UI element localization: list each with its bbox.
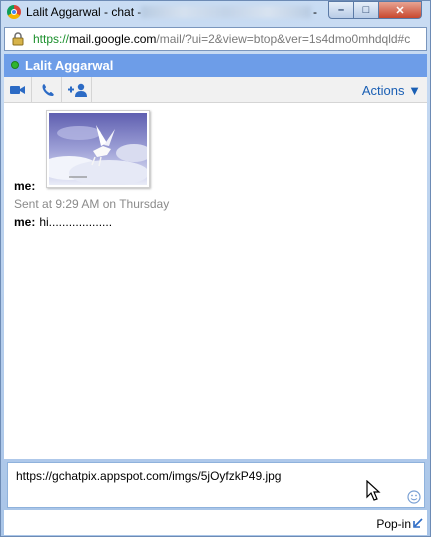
online-status-icon (11, 61, 19, 69)
url-scheme: https:// (33, 32, 70, 46)
url-host: mail.google.com (69, 32, 157, 46)
message-sender: me: (14, 179, 36, 193)
address-bar[interactable]: https://mail.google.com/mail/?ui=2&view=… (4, 27, 427, 51)
minimize-button[interactable]: – (328, 1, 354, 19)
maximize-button[interactable]: □ (354, 1, 379, 19)
mouse-cursor-icon (366, 480, 381, 501)
close-button[interactable]: ✕ (379, 1, 422, 19)
chat-toolbar: Actions ▼ (4, 77, 427, 103)
phone-icon (42, 83, 54, 96)
add-person-icon (67, 83, 87, 97)
popin-arrow-icon[interactable] (412, 517, 424, 529)
emoticon-icon[interactable] (407, 490, 421, 504)
chat-input[interactable]: https://gchatpix.appspot.com/imgs/5jOyfz… (7, 462, 425, 508)
chat-transcript: me: Sent at 9:29 AM on Thursday me: hi...… (4, 103, 427, 459)
actions-menu[interactable]: Actions ▼ (362, 83, 421, 98)
chat-input-text: https://gchatpix.appspot.com/imgs/5jOyfz… (16, 469, 282, 483)
url-path: /mail/?ui=2&view=btop&ver=1s4dmo0mhdqld#… (156, 32, 411, 46)
add-person-button[interactable] (64, 77, 92, 102)
chrome-icon (7, 5, 21, 19)
url-text[interactable]: https://mail.google.com/mail/?ui=2&view=… (33, 32, 410, 46)
message-sender: me: (14, 215, 36, 229)
voice-call-button[interactable] (34, 77, 62, 102)
video-camera-icon (9, 85, 25, 94)
video-call-button[interactable] (4, 77, 32, 102)
message-text: hi................... (39, 215, 113, 229)
pegasus-image (39, 113, 152, 186)
blurred-title-segment (141, 6, 311, 18)
chat-window: Lalit Aggarwal - chat - - – □ ✕ https://… (0, 0, 431, 537)
window-controls: – □ ✕ (328, 1, 422, 19)
window-title: Lalit Aggarwal - chat - (26, 5, 142, 19)
title-bar[interactable]: Lalit Aggarwal - chat - - – □ ✕ (1, 1, 430, 25)
window-title-tail: - (313, 5, 317, 19)
message-row: me: (14, 179, 39, 193)
lock-icon (12, 32, 24, 46)
popin-link[interactable]: Pop-in (376, 517, 411, 531)
shared-image-thumbnail[interactable] (39, 110, 152, 188)
contact-name[interactable]: Lalit Aggarwal (25, 58, 113, 73)
chat-header: Lalit Aggarwal (4, 54, 427, 77)
chat-footer: Pop-in (4, 510, 427, 535)
sent-timestamp: Sent at 9:29 AM on Thursday (14, 197, 170, 211)
message-row: me: hi................... (14, 215, 112, 229)
